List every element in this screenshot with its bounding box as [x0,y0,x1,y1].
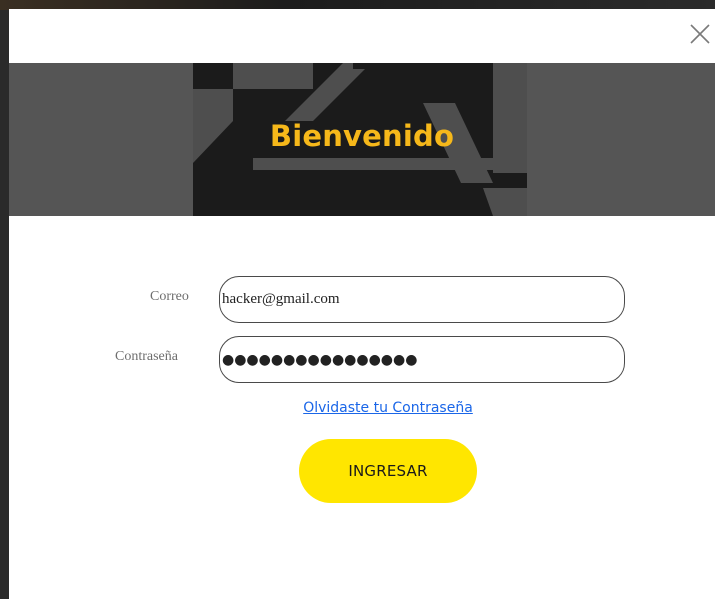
close-button[interactable] [687,21,713,47]
login-modal: Bienvenido Correo Contraseña Olvidaste t… [9,9,715,599]
email-label: Correo [150,289,189,304]
welcome-banner: Bienvenido [9,63,715,216]
password-field[interactable] [219,336,625,383]
email-field[interactable] [219,276,625,323]
forgot-password-link[interactable]: Olvidaste tu Contraseña [9,400,715,416]
login-button[interactable]: INGRESAR [299,439,477,503]
password-label: Contraseña [115,349,178,364]
welcome-title: Bienvenido [269,119,455,153]
close-icon [690,24,710,44]
